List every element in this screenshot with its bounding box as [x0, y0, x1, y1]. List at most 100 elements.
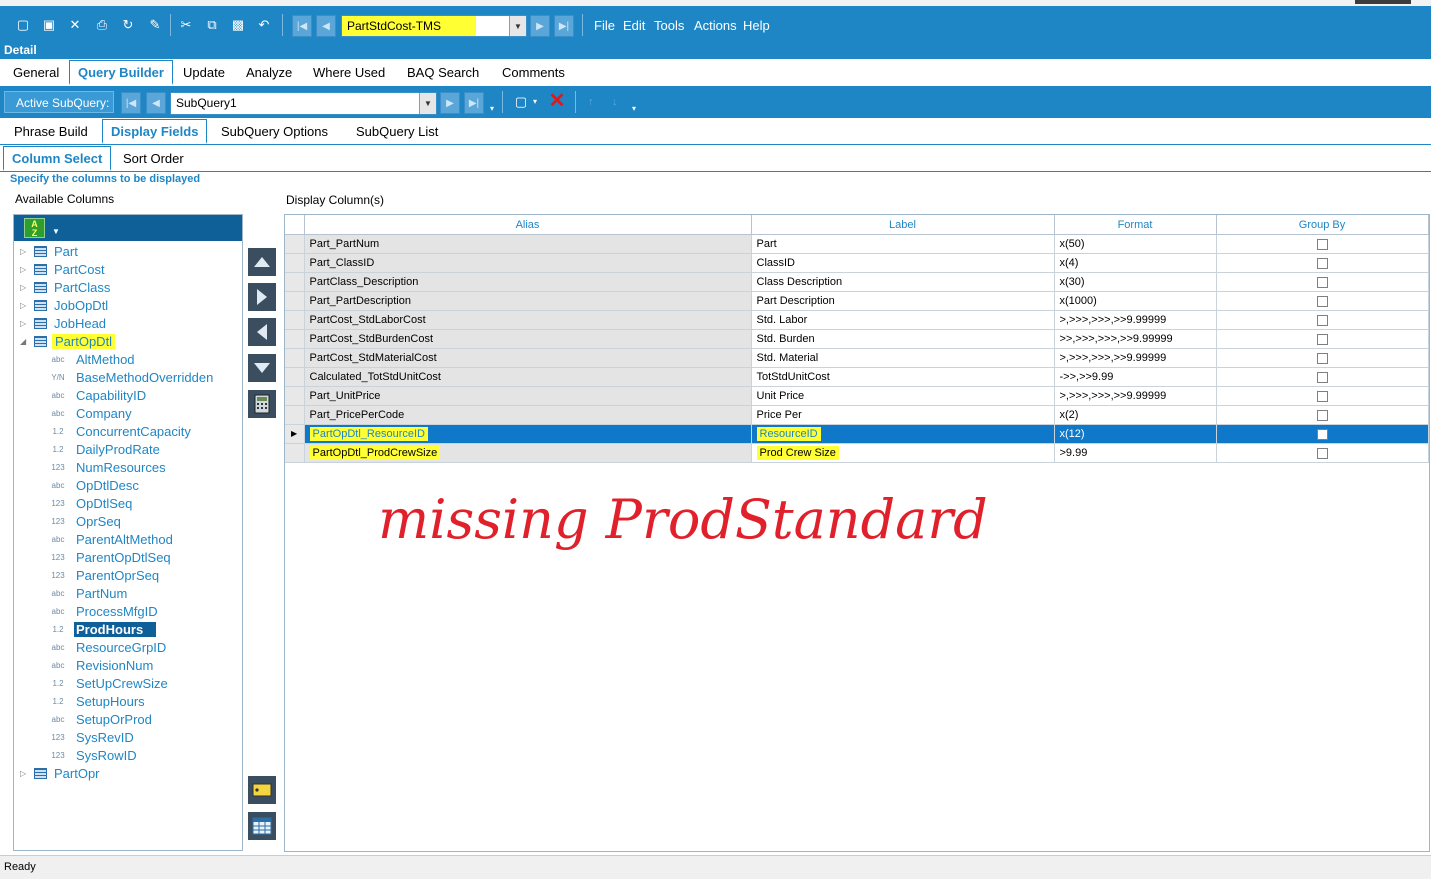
cell-group-by[interactable] [1216, 405, 1429, 425]
first-record-icon[interactable]: |◀ [292, 15, 312, 37]
cell-group-by[interactable] [1216, 272, 1429, 292]
menu-tools[interactable]: Tools [654, 18, 684, 33]
remove-column-button[interactable] [248, 318, 276, 346]
table-row[interactable]: Calculated_TotStdUnitCost TotStdUnitCost -… [285, 367, 1429, 387]
group-by-checkbox[interactable] [1316, 238, 1328, 250]
column-header-alias[interactable]: Alias [304, 215, 752, 235]
table-row[interactable]: Part_ClassID ClassID x(4) [285, 253, 1429, 273]
tree-node-table[interactable]: ▷ PartClass [14, 279, 242, 297]
tree-node-field[interactable]: 1.2 SetupHours [14, 693, 242, 711]
new-icon[interactable]: ▢ [14, 16, 32, 34]
copy-icon[interactable]: ⧉ [203, 16, 221, 34]
group-by-checkbox[interactable] [1316, 276, 1328, 288]
delete-subquery-icon[interactable]: ✕ [548, 91, 566, 111]
tree-node-field[interactable]: 1.2 ProdHours [14, 621, 242, 639]
table-row[interactable]: Part_PricePerCode Price Per x(2) [285, 405, 1429, 425]
cell-format[interactable]: x(2) [1054, 405, 1217, 425]
tree-node-field[interactable]: 123 SysRevID [14, 729, 242, 747]
expand-icon[interactable]: ▷ [20, 265, 26, 274]
cell-label[interactable]: Part [751, 234, 1055, 254]
save-icon[interactable]: ▣ [40, 16, 58, 34]
calculator-button[interactable] [248, 390, 276, 418]
group-by-checkbox[interactable] [1316, 447, 1328, 459]
column-header-format[interactable]: Format [1054, 215, 1217, 235]
cell-format[interactable]: x(50) [1054, 234, 1217, 254]
tab-phrase-build[interactable]: Phrase Build [14, 124, 88, 139]
tree-node-field[interactable]: 123 ParentOprSeq [14, 567, 242, 585]
table-row[interactable]: PartOpDtl_ProdCrewSize Prod Crew Size >9.9… [285, 443, 1429, 463]
row-selector[interactable] [285, 348, 305, 368]
tree-node-field[interactable]: 1.2 DailyProdRate [14, 441, 242, 459]
table-row[interactable]: Part_UnitPrice Unit Price >,>>>,>>>,>>9.99… [285, 386, 1429, 406]
window-control[interactable] [1355, 0, 1411, 4]
move-up-button[interactable] [248, 248, 276, 276]
cell-label[interactable]: Class Description [751, 272, 1055, 292]
cell-alias[interactable]: Calculated_TotStdUnitCost [304, 367, 752, 387]
cell-group-by[interactable] [1216, 329, 1429, 349]
clear-icon[interactable]: ✎ [146, 16, 164, 34]
expand-icon[interactable]: ▷ [20, 301, 26, 310]
cell-format[interactable]: x(30) [1054, 272, 1217, 292]
tree-node-field[interactable]: 123 ParentOpDtlSeq [14, 549, 242, 567]
tab-where-used[interactable]: Where Used [313, 65, 385, 80]
last-subquery-icon[interactable]: ▶| [464, 92, 484, 114]
row-selector[interactable] [285, 253, 305, 273]
move-up-icon[interactable]: ↑ [588, 96, 594, 108]
last-record-icon[interactable]: ▶| [554, 15, 574, 37]
tree-node-field[interactable]: 123 OprSeq [14, 513, 242, 531]
label-tag-button[interactable] [248, 776, 276, 804]
cell-format[interactable]: x(12) [1054, 424, 1217, 444]
cell-label[interactable]: Part Description [751, 291, 1055, 311]
tree-node-table[interactable]: ▷ Part [14, 243, 242, 261]
previous-subquery-icon[interactable]: ◀ [146, 92, 166, 114]
cell-format[interactable]: >,>>>,>>>,>>9.99999 [1054, 348, 1217, 368]
row-selector[interactable] [285, 234, 305, 254]
group-by-checkbox[interactable] [1316, 390, 1328, 402]
tree-node-field[interactable]: abc ParentAltMethod [14, 531, 242, 549]
cell-group-by[interactable] [1216, 348, 1429, 368]
cell-label[interactable]: ResourceID [751, 424, 1055, 444]
cell-format[interactable]: >9.99 [1054, 443, 1217, 463]
sort-dropdown-icon[interactable]: ▼ [52, 227, 60, 236]
undo-icon[interactable]: ↶ [255, 16, 273, 34]
cell-alias[interactable]: Part_ClassID [304, 253, 752, 273]
tree-node-field[interactable]: 1.2 ConcurrentCapacity [14, 423, 242, 441]
delete-icon[interactable]: ✕ [66, 16, 84, 34]
paste-icon[interactable]: ▩ [229, 16, 247, 34]
menu-file[interactable]: File [594, 18, 615, 33]
cell-alias[interactable]: PartCost_StdLaborCost [304, 310, 752, 330]
overflow-chevron-icon[interactable]: ▾ [632, 104, 636, 113]
tab-subquery-list[interactable]: SubQuery List [356, 124, 438, 139]
row-selector[interactable] [285, 443, 305, 463]
cell-group-by[interactable] [1216, 253, 1429, 273]
cell-alias[interactable]: Part_PricePerCode [304, 405, 752, 425]
cell-group-by[interactable] [1216, 310, 1429, 330]
tree-node-field[interactable]: abc RevisionNum [14, 657, 242, 675]
chevron-down-icon[interactable]: ▼ [419, 93, 436, 114]
tab-display-fields[interactable]: Display Fields [102, 119, 208, 144]
cell-alias[interactable]: Part_PartNum [304, 234, 752, 254]
tab-sort-order[interactable]: Sort Order [123, 151, 184, 166]
cell-group-by[interactable] [1216, 424, 1429, 444]
available-columns-tree[interactable]: AZ ▼ ▷ Part ▷ PartCost ▷ PartClass ▷ JobOpDtl ▷ J… [13, 214, 243, 851]
table-row[interactable]: PartCost_StdMaterialCost Std. Material >,>… [285, 348, 1429, 368]
tree-node-field[interactable]: Y/N BaseMethodOverridden [14, 369, 242, 387]
table-row[interactable]: ▶ PartOpDtl_ResourceID ResourceID x(12) [285, 424, 1429, 444]
group-by-checkbox[interactable] [1316, 333, 1328, 345]
cell-format[interactable]: x(4) [1054, 253, 1217, 273]
cell-label[interactable]: Price Per [751, 405, 1055, 425]
cell-alias[interactable]: PartCost_StdMaterialCost [304, 348, 752, 368]
group-by-checkbox[interactable] [1316, 428, 1328, 440]
menu-help[interactable]: Help [743, 18, 770, 33]
cell-label[interactable]: TotStdUnitCost [751, 367, 1055, 387]
tree-node-field[interactable]: abc ProcessMfgID [14, 603, 242, 621]
expand-icon[interactable]: ▷ [20, 319, 26, 328]
cell-format[interactable]: >>,>>>,>>>,>>9.99999 [1054, 329, 1217, 349]
tree-node-table[interactable]: ▷ JobOpDtl [14, 297, 242, 315]
tree-node-field[interactable]: abc CapabilityID [14, 387, 242, 405]
tab-baq-search[interactable]: BAQ Search [407, 65, 479, 80]
tree-node-table[interactable]: ▷ PartCost [14, 261, 242, 279]
row-selector[interactable] [285, 405, 305, 425]
cell-format[interactable]: ->>,>>9.99 [1054, 367, 1217, 387]
group-by-checkbox[interactable] [1316, 352, 1328, 364]
